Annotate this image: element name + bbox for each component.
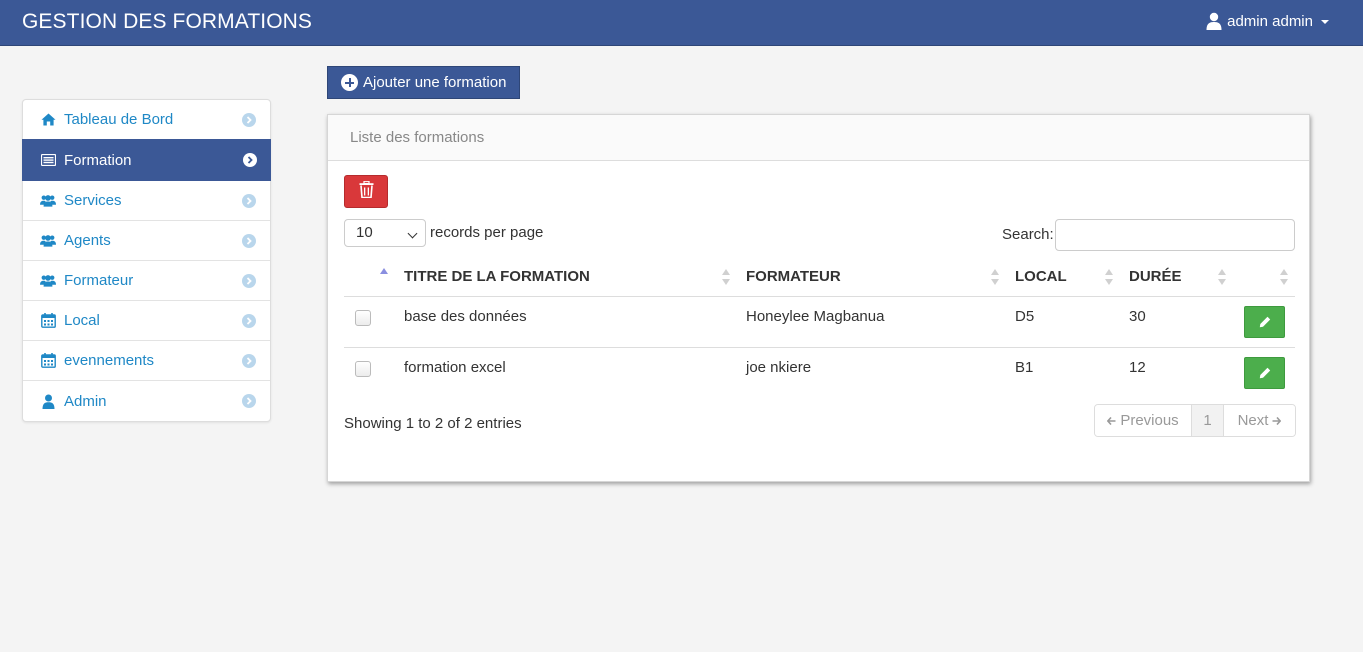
top-navbar: GESTION DES FORMATIONS admin admin bbox=[0, 0, 1363, 46]
sidebar-item-label: evennements bbox=[64, 352, 155, 369]
sidebar-item-evennements[interactable]: evennements bbox=[23, 341, 270, 381]
sort-icon[interactable] bbox=[991, 269, 999, 285]
records-per-page-select[interactable]: 10 bbox=[344, 219, 426, 247]
chevron-right-icon bbox=[242, 313, 256, 328]
plus-circle-icon bbox=[341, 74, 358, 91]
user-icon bbox=[40, 393, 56, 409]
column-header-local[interactable]: LOCAL bbox=[1015, 256, 1067, 297]
cell-titre: base des données bbox=[404, 308, 527, 325]
pencil-icon bbox=[1259, 367, 1270, 379]
formations-table: TITRE DE LA FORMATION FORMATEUR LOCAL DU… bbox=[344, 256, 1295, 399]
row-checkbox[interactable] bbox=[355, 361, 371, 377]
records-per-page-label: records per page bbox=[430, 224, 544, 241]
column-header-duree[interactable]: DURÉE bbox=[1129, 256, 1182, 297]
sidebar-item-label: Formateur bbox=[64, 272, 134, 289]
arrow-left-icon bbox=[1107, 412, 1116, 429]
sidebar-item-agents[interactable]: Agents bbox=[23, 221, 270, 261]
search-label: Search: bbox=[1002, 226, 1054, 243]
users-icon bbox=[40, 273, 56, 289]
sort-icon[interactable] bbox=[1280, 269, 1288, 285]
chevron-right-icon bbox=[242, 233, 256, 248]
chevron-down-icon bbox=[407, 228, 418, 239]
sidebar-item-tableau-de-bord[interactable]: Tableau de Bord bbox=[23, 100, 270, 140]
add-formation-label: Ajouter une formation bbox=[363, 74, 507, 91]
user-icon bbox=[1206, 12, 1222, 30]
cell-duree: 12 bbox=[1129, 359, 1146, 376]
chevron-right-icon bbox=[242, 394, 256, 408]
table-header: TITRE DE LA FORMATION FORMATEUR LOCAL DU… bbox=[344, 256, 1295, 297]
sidebar-item-admin[interactable]: Admin bbox=[23, 381, 270, 421]
sort-icon[interactable] bbox=[1105, 269, 1113, 285]
sidebar-item-label: Services bbox=[64, 192, 122, 209]
cell-formateur: Honeylee Magbanua bbox=[746, 308, 885, 325]
sort-icon[interactable] bbox=[722, 269, 730, 285]
users-icon bbox=[40, 193, 56, 209]
arrow-right-icon bbox=[1272, 412, 1282, 429]
cell-duree: 30 bbox=[1129, 308, 1146, 325]
formations-panel: Liste des formations 10 records per page… bbox=[327, 114, 1310, 482]
records-per-page-value: 10 bbox=[356, 224, 373, 241]
chevron-right-icon bbox=[242, 353, 256, 368]
user-name: admin admin bbox=[1227, 12, 1313, 30]
table-info: Showing 1 to 2 of 2 entries bbox=[344, 415, 522, 432]
sidebar-item-formation[interactable]: Formation bbox=[22, 139, 271, 181]
edit-button[interactable] bbox=[1244, 357, 1285, 389]
sidebar-item-formateur[interactable]: Formateur bbox=[23, 261, 270, 301]
previous-page-button[interactable]: Previous bbox=[1095, 405, 1192, 436]
add-formation-button[interactable]: Ajouter une formation bbox=[327, 66, 520, 99]
cell-local: D5 bbox=[1015, 308, 1035, 325]
row-checkbox[interactable] bbox=[355, 310, 371, 326]
calendar-icon bbox=[40, 313, 56, 329]
sidebar-item-local[interactable]: Local bbox=[23, 301, 270, 341]
table-row: base des données Honeylee Magbanua D5 30 bbox=[344, 297, 1295, 348]
cell-titre: formation excel bbox=[404, 359, 506, 376]
previous-label: Previous bbox=[1120, 412, 1179, 429]
delete-button[interactable] bbox=[344, 175, 388, 208]
sidebar-item-label: Tableau de Bord bbox=[64, 111, 174, 128]
sidebar: Tableau de Bord Formation Services Agent… bbox=[22, 99, 271, 422]
user-menu[interactable]: admin admin bbox=[1206, 12, 1329, 30]
list-icon bbox=[40, 152, 56, 168]
sidebar-item-label: Formation bbox=[64, 151, 132, 169]
app-title[interactable]: GESTION DES FORMATIONS bbox=[22, 10, 312, 34]
page-1-button[interactable]: 1 bbox=[1192, 405, 1224, 436]
calendar-icon bbox=[40, 353, 56, 369]
sidebar-item-label: Local bbox=[64, 312, 100, 329]
cell-formateur: joe nkiere bbox=[746, 359, 812, 376]
home-icon bbox=[40, 112, 56, 128]
sort-icon[interactable] bbox=[1218, 269, 1226, 285]
column-header-formateur[interactable]: FORMATEUR bbox=[746, 256, 841, 297]
chevron-right-icon bbox=[242, 273, 256, 288]
caret-down-icon bbox=[1321, 20, 1329, 24]
edit-button[interactable] bbox=[1244, 306, 1285, 338]
column-header-titre[interactable]: TITRE DE LA FORMATION bbox=[404, 256, 590, 297]
users-icon bbox=[40, 233, 56, 249]
next-page-button[interactable]: Next bbox=[1224, 405, 1295, 436]
chevron-right-icon bbox=[242, 193, 256, 208]
panel-heading: Liste des formations bbox=[328, 115, 1309, 161]
cell-local: B1 bbox=[1015, 359, 1034, 376]
search-input[interactable] bbox=[1055, 219, 1295, 251]
sidebar-item-services[interactable]: Services bbox=[23, 181, 270, 221]
pagination: Previous 1 Next bbox=[1094, 404, 1296, 437]
pencil-icon bbox=[1259, 316, 1270, 328]
sidebar-item-label: Agents bbox=[64, 232, 111, 249]
sidebar-item-label: Admin bbox=[64, 392, 107, 410]
chevron-right-icon bbox=[242, 112, 256, 127]
sort-asc-icon[interactable] bbox=[380, 268, 388, 274]
chevron-right-icon bbox=[243, 153, 257, 167]
table-row: formation excel joe nkiere B1 12 bbox=[344, 348, 1295, 399]
next-label: Next bbox=[1237, 412, 1269, 429]
trash-icon bbox=[359, 180, 374, 202]
